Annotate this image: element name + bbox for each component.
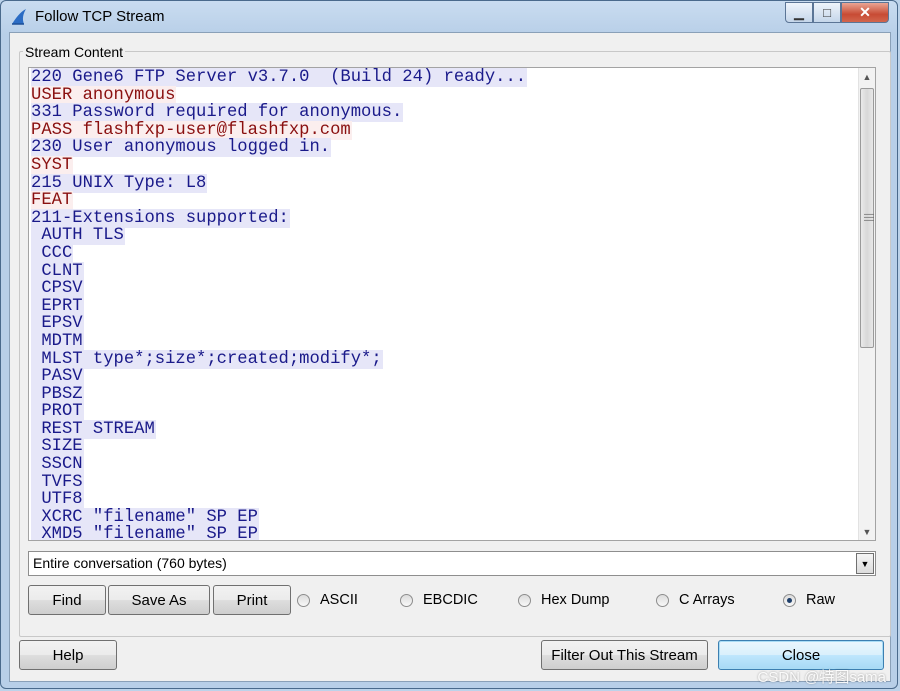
radio-ebcdic[interactable]: EBCDIC xyxy=(400,590,478,610)
stream-line-text: SYST xyxy=(31,155,74,175)
stream-line-text: 211-Extensions supported: xyxy=(31,208,290,228)
radio-raw[interactable]: Raw xyxy=(783,590,835,610)
client-line: USER anonymous xyxy=(31,85,857,105)
server-line: 331 Password required for anonymous. xyxy=(31,103,857,123)
server-line: UTF8 xyxy=(31,490,857,510)
server-line: MDTM xyxy=(31,331,857,351)
stream-line-text: 230 User anonymous logged in. xyxy=(31,138,332,158)
server-line: MLST type*;size*;created;modify*; xyxy=(31,349,857,369)
csdn-watermark: CSDN @特图sama xyxy=(757,669,886,686)
server-line: TVFS xyxy=(31,472,857,492)
server-line: REST STREAM xyxy=(31,419,857,439)
server-line: CLNT xyxy=(31,261,857,281)
radio-ascii-indicator[interactable] xyxy=(297,593,310,607)
maximize-button[interactable]: □ xyxy=(813,2,841,23)
stream-line-text: CPSV xyxy=(31,279,84,299)
radio-hex-dump[interactable]: Hex Dump xyxy=(518,590,610,610)
server-line: 215 UNIX Type: L8 xyxy=(31,173,857,193)
scrollbar-thumb[interactable]: — — — xyxy=(860,88,874,348)
title-bar[interactable]: Follow TCP Stream ▁ □ ✕ xyxy=(1,1,897,33)
stream-line-text: UTF8 xyxy=(31,490,84,510)
stream-line-text: USER anonymous xyxy=(31,85,177,105)
server-line: XMD5 "filename" SP EP xyxy=(31,525,857,540)
stream-line-text: CLNT xyxy=(31,261,84,281)
stream-line-text: MDTM xyxy=(31,331,84,351)
filter-out-stream-button[interactable]: Filter Out This Stream xyxy=(541,640,708,670)
radio-raw-label: Raw xyxy=(806,592,836,608)
server-line: CCC xyxy=(31,243,857,263)
conversation-select[interactable]: Entire conversation (760 bytes) ▼ xyxy=(28,551,876,576)
stream-line-text: PASV xyxy=(31,367,84,387)
stream-line-text: 220 Gene6 FTP Server v3.7.0 (Build 24) r… xyxy=(31,68,528,87)
radio-ascii-label: ASCII xyxy=(320,592,358,608)
server-line: PBSZ xyxy=(31,384,857,404)
stream-line-text: PASS flashfxp-user@flashfxp.com xyxy=(31,120,352,140)
server-line: SIZE xyxy=(31,437,857,457)
server-line: AUTH TLS xyxy=(31,226,857,246)
stream-line-text: XCRC "filename" SP EP xyxy=(31,507,259,527)
stream-line-text: CCC xyxy=(31,243,74,263)
server-line: EPSV xyxy=(31,314,857,334)
stream-line-text: SIZE xyxy=(31,437,84,457)
client-line: FEAT xyxy=(31,191,857,211)
server-line: XCRC "filename" SP EP xyxy=(31,507,857,527)
server-line: 220 Gene6 FTP Server v3.7.0 (Build 24) r… xyxy=(31,68,857,87)
window-title: Follow TCP Stream xyxy=(35,8,165,25)
stream-line-text: 331 Password required for anonymous. xyxy=(31,103,404,123)
stream-line-text: FEAT xyxy=(31,191,74,211)
radio-hex-dump-label: Hex Dump xyxy=(541,592,610,608)
stream-content-label: Stream Content xyxy=(23,44,126,60)
server-line: 230 User anonymous logged in. xyxy=(31,138,857,158)
close-window-button[interactable]: ✕ xyxy=(841,2,889,23)
stream-line-text: REST STREAM xyxy=(31,419,156,439)
minimize-button[interactable]: ▁ xyxy=(785,2,813,23)
radio-c-arrays-label: C Arrays xyxy=(679,592,735,608)
client-line: SYST xyxy=(31,155,857,175)
radio-hex-dump-indicator[interactable] xyxy=(518,593,531,607)
stream-line-text: MLST type*;size*;created;modify*; xyxy=(31,349,383,369)
radio-c-arrays-indicator[interactable] xyxy=(656,593,669,607)
find-button[interactable]: Find xyxy=(28,585,106,615)
grip-icon: — — — xyxy=(864,209,874,226)
stream-line-text: TVFS xyxy=(31,472,84,492)
stream-line-text: PBSZ xyxy=(31,384,84,404)
stream-lines: 220 Gene6 FTP Server v3.7.0 (Build 24) r… xyxy=(31,68,857,540)
client-line: PASS flashfxp-user@flashfxp.com xyxy=(31,120,857,140)
stream-line-text: EPRT xyxy=(31,296,84,316)
scroll-down-icon[interactable]: ▼ xyxy=(859,523,875,540)
server-line: CPSV xyxy=(31,279,857,299)
radio-raw-indicator[interactable] xyxy=(783,593,796,607)
server-line: 211-Extensions supported: xyxy=(31,208,857,228)
stream-line-text: AUTH TLS xyxy=(31,226,125,246)
stream-line-text: PROT xyxy=(31,402,84,422)
server-line: PROT xyxy=(31,402,857,422)
chevron-down-icon[interactable]: ▼ xyxy=(856,553,874,574)
stream-content-text[interactable]: 220 Gene6 FTP Server v3.7.0 (Build 24) r… xyxy=(28,67,876,541)
server-line: PASV xyxy=(31,367,857,387)
radio-c-arrays[interactable]: C Arrays xyxy=(656,590,735,610)
wireshark-fin-icon xyxy=(12,9,26,25)
help-button[interactable]: Help xyxy=(19,640,117,670)
scroll-up-icon[interactable]: ▲ xyxy=(859,68,875,85)
stream-line-text: EPSV xyxy=(31,314,84,334)
vertical-scrollbar[interactable]: ▲ — — — ▼ xyxy=(858,68,875,540)
print-button[interactable]: Print xyxy=(213,585,291,615)
save-as-button[interactable]: Save As xyxy=(108,585,210,615)
stream-line-text: 215 UNIX Type: L8 xyxy=(31,173,208,193)
stream-line-text: XMD5 "filename" SP EP xyxy=(31,525,259,540)
dialog-client-area: Stream Content 220 Gene6 FTP Server v3.7… xyxy=(9,32,891,682)
server-line: SSCN xyxy=(31,455,857,475)
server-line: EPRT xyxy=(31,296,857,316)
conversation-select-value: Entire conversation (760 bytes) xyxy=(33,555,227,571)
caption-buttons: ▁ □ ✕ xyxy=(785,2,889,24)
radio-ebcdic-label: EBCDIC xyxy=(423,592,478,608)
radio-ascii[interactable]: ASCII xyxy=(297,590,358,610)
stream-line-text: SSCN xyxy=(31,455,84,475)
radio-ebcdic-indicator[interactable] xyxy=(400,593,413,607)
follow-tcp-stream-window: Follow TCP Stream ▁ □ ✕ Stream Content 2… xyxy=(0,0,898,689)
